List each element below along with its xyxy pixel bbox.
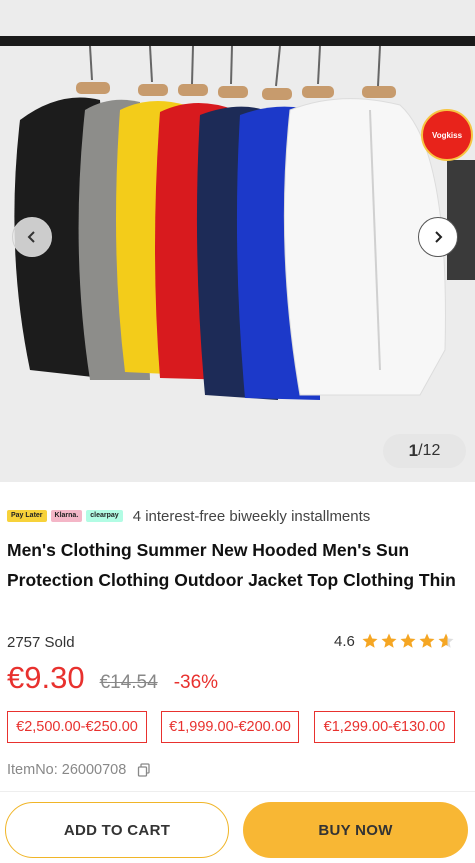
brand-badge-text: Vogkiss [431, 130, 463, 140]
product-image-gallery[interactable]: Vogkiss 1/12 [0, 0, 475, 482]
image-counter-current: 1 [408, 441, 419, 460]
chevron-right-icon [435, 231, 443, 243]
copy-icon[interactable] [137, 763, 151, 777]
product-photo [0, 0, 475, 482]
current-price: €9.30 [7, 660, 85, 695]
sold-count: 2757 Sold [7, 634, 75, 651]
bottom-action-bar: ADD TO CART BUY NOW [0, 791, 475, 863]
rating-stars [361, 632, 456, 650]
buy-now-button[interactable]: BUY NOW [243, 802, 468, 858]
star-icon [381, 633, 397, 648]
price-tier[interactable]: €2,500.00-€250.00 [7, 711, 147, 743]
rating[interactable]: 4.6 [334, 632, 456, 650]
item-number-text: ItemNo: 26000708 [7, 762, 127, 778]
previous-image-button[interactable] [12, 217, 52, 257]
paylater-logo: Pay Later [7, 510, 47, 522]
item-number: ItemNo: 26000708 [7, 762, 151, 778]
star-icon [400, 633, 416, 648]
rating-value: 4.6 [334, 632, 355, 650]
price-tier[interactable]: €1,299.00-€130.00 [314, 711, 455, 743]
product-title: Men's Clothing Summer New Hooded Men's S… [7, 540, 456, 590]
clearpay-logo: clearpay [86, 510, 123, 522]
original-price: €14.54 [99, 672, 158, 693]
installment-row[interactable]: Pay Later Klarna. clearpay 4 interest-fr… [7, 506, 370, 526]
star-icon [362, 633, 378, 648]
price-tier[interactable]: €1,999.00-€200.00 [161, 711, 299, 743]
brand-badge: Vogkiss [421, 109, 473, 161]
price-tiers: €2,500.00-€250.00 €1,999.00-€200.00 €1,2… [7, 711, 455, 743]
installment-text: 4 interest-free biweekly installments [132, 507, 371, 525]
price-row: €9.30 €14.54 -36% [7, 660, 218, 696]
discount-percent: -36% [173, 672, 219, 693]
star-icon [438, 633, 454, 648]
image-counter-total: /12 [418, 442, 441, 459]
klarna-logo: Klarna. [50, 510, 83, 522]
image-counter: 1/12 [383, 434, 466, 468]
next-image-button[interactable] [418, 217, 458, 257]
add-to-cart-button[interactable]: ADD TO CART [5, 802, 229, 858]
star-icon [419, 633, 435, 648]
chevron-left-icon [27, 231, 35, 243]
